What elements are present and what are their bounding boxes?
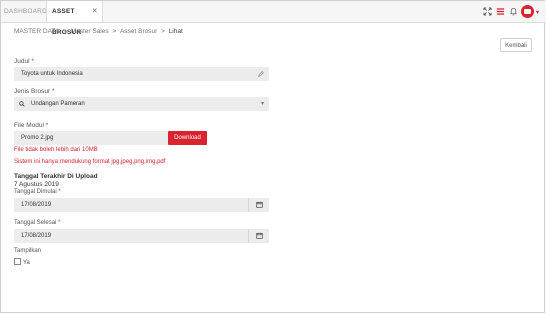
judul-label: Judul * — [14, 58, 34, 65]
calendar-button[interactable] — [248, 229, 269, 243]
tanggal-dimulai-label-text: Tanggal Dimulai — [14, 189, 57, 195]
judul-field[interactable]: Toyota untuk Indonesia — [14, 67, 269, 81]
tampilkan-option: Ya — [14, 258, 30, 267]
jenis-brosur-label: Jenis Brosur * — [14, 88, 54, 95]
breadcrumb-master-sales[interactable]: Master Sales — [71, 28, 109, 35]
bell-icon[interactable] — [509, 7, 518, 16]
tanggal-selesai-label: Tanggal Selesai * — [14, 220, 60, 226]
file-format-warning: Sistem ini hanya mendukung format jpg,jp… — [14, 159, 166, 165]
file-modul-label: File Modul * — [14, 122, 48, 129]
tanggal-dimulai-field[interactable]: 17/08/2019 — [14, 198, 269, 212]
required-mark: * — [58, 220, 61, 226]
search-icon — [19, 101, 25, 107]
breadcrumb-asset-brosur[interactable]: Asset Brosur — [120, 28, 157, 35]
tanggal-dimulai-label: Tanggal Dimulai * — [14, 189, 61, 195]
breadcrumb-master-data[interactable]: MASTER DATA — [14, 28, 59, 35]
file-modul-input[interactable]: Promo 2.jpg — [14, 131, 168, 145]
tab-dashboard-label: DASHBOARD — [4, 8, 47, 15]
upload-date-title: Tanggal Terakhir Di Upload — [14, 173, 98, 180]
chevron-down-icon[interactable]: ▾ — [536, 9, 539, 16]
breadcrumb-separator: > — [161, 28, 165, 35]
chevron-down-icon: ▾ — [260, 101, 264, 107]
ya-checkbox-label: Ya — [23, 260, 30, 267]
user-avatar[interactable] — [521, 5, 534, 18]
calendar-icon — [255, 201, 263, 208]
pencil-icon — [258, 71, 264, 77]
file-modul-value: Promo 2.jpg — [21, 135, 54, 141]
file-modul-label-text: File Modul — [14, 122, 44, 129]
menu-icon[interactable] — [496, 7, 505, 16]
jenis-brosur-value: Undangan Pameran — [31, 101, 85, 107]
judul-value: Toyota untuk Indonesia — [21, 71, 83, 77]
calendar-button[interactable] — [248, 198, 269, 212]
tab-dashboard[interactable]: DASHBOARD — [4, 1, 47, 22]
upload-date-value: 7 Agustus 2019 — [14, 181, 59, 188]
file-size-warning: File tidak boleh lebih dari 10MB — [14, 147, 98, 153]
jenis-brosur-label-text: Jenis Brosur — [14, 88, 51, 95]
calendar-icon — [255, 232, 263, 239]
expand-icon[interactable] — [483, 7, 492, 16]
breadcrumb-separator: > — [112, 28, 117, 35]
top-bar: DASHBOARD ASSET BROSUR ✕ ▾ — [1, 1, 546, 36]
required-mark: * — [51, 88, 55, 95]
required-mark: * — [45, 122, 49, 129]
tanggal-selesai-value: 17/08/2019 — [21, 233, 52, 239]
avatar-image-icon — [524, 9, 531, 14]
required-mark: * — [31, 58, 34, 65]
app-frame — [0, 0, 545, 313]
tanggal-selesai-field[interactable]: 17/08/2019 — [14, 229, 269, 243]
tanggal-selesai-label-text: Tanggal Selesai — [14, 220, 57, 226]
download-button[interactable]: Download — [168, 131, 207, 145]
breadcrumb-separator: > — [63, 28, 67, 35]
tanggal-dimulai-value: 17/08/2019 — [21, 202, 52, 208]
jenis-brosur-select[interactable]: Undangan Pameran ▾ — [14, 97, 269, 111]
kembali-button[interactable]: Kembali — [500, 38, 532, 52]
judul-label-text: Judul — [14, 58, 30, 65]
ya-checkbox[interactable] — [14, 258, 21, 265]
breadcrumb-lihat: Lihat — [168, 28, 183, 35]
required-mark: * — [58, 189, 61, 195]
tab-asset-brosur[interactable]: ASSET BROSUR ✕ — [46, 1, 103, 36]
close-icon[interactable]: ✕ — [92, 1, 98, 22]
tampilkan-label: Tampilkan — [14, 248, 42, 254]
breadcrumb: MASTER DATA > Master Sales > Asset Brosu… — [14, 28, 183, 35]
